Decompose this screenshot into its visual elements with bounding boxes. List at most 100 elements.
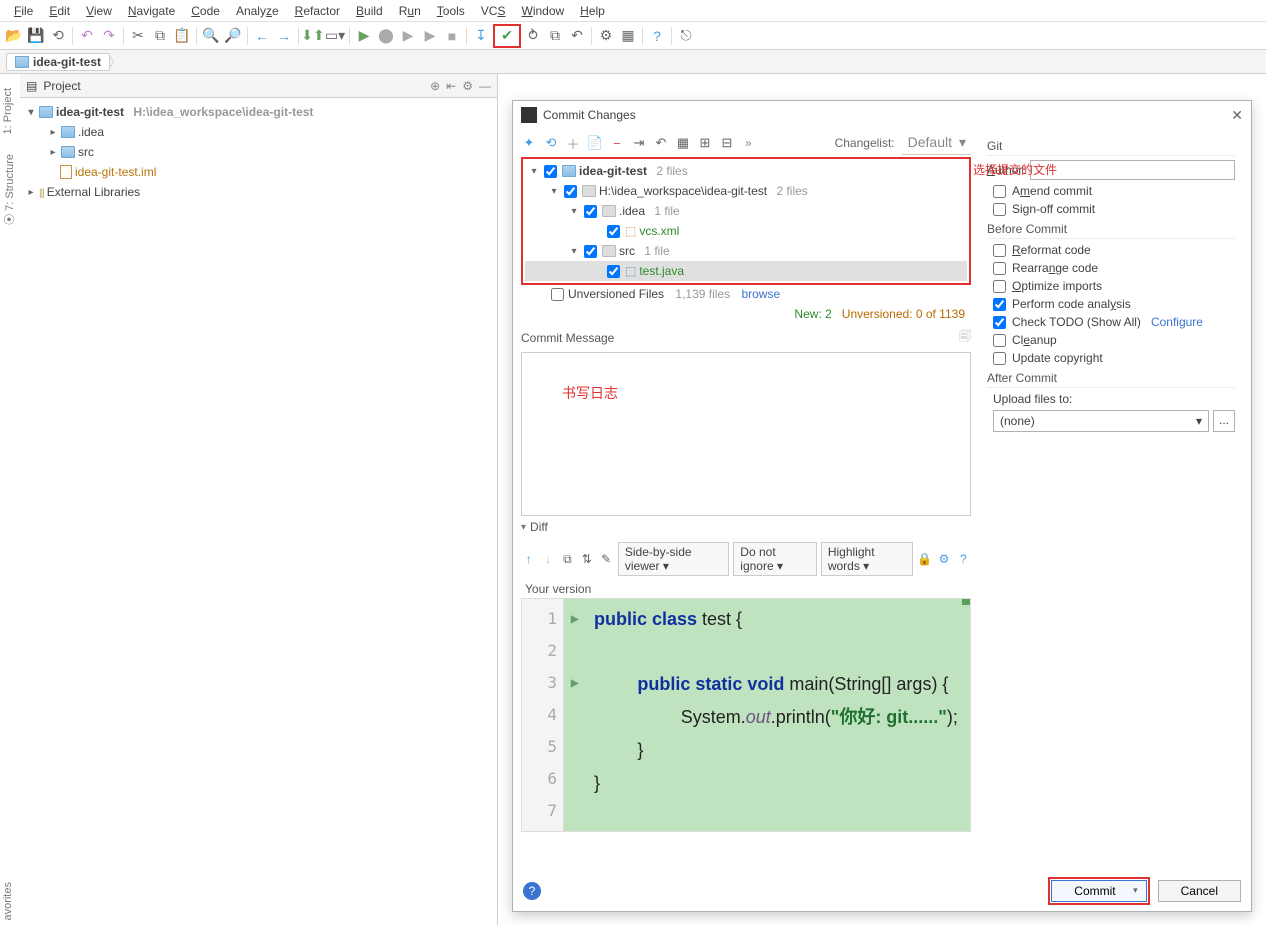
collapse-icon[interactable]: ⇤ [446, 79, 456, 93]
edit-icon[interactable]: ✎ [599, 552, 614, 566]
menu-vcs[interactable]: VCS [473, 2, 514, 20]
ct-src[interactable]: ▾ src 1 file [525, 241, 967, 261]
refresh-icon[interactable]: ⟲ [543, 135, 559, 151]
upload-dropdown[interactable]: (none)▾ [993, 410, 1209, 432]
ct-idea[interactable]: ▾ .idea 1 file [525, 201, 967, 221]
expand-icon[interactable]: ⊞ [697, 135, 713, 151]
target-icon[interactable]: ⊕ [430, 79, 440, 93]
unversioned-row[interactable]: Unversioned Files 1,139 files browse [521, 285, 971, 305]
group-icon[interactable]: ▦ [675, 135, 691, 151]
menu-run[interactable]: Run [391, 2, 429, 20]
tree-idea[interactable]: ▸ .idea [20, 122, 497, 142]
prev-diff-icon[interactable]: ↑ [521, 552, 536, 566]
tab-project[interactable]: 1: Project [0, 82, 20, 140]
tree-ext-lib[interactable]: ▸ External Libraries [20, 182, 497, 202]
menu-view[interactable]: View [78, 2, 120, 20]
profile-icon[interactable]: ▶ [420, 26, 440, 46]
menu-window[interactable]: Window [513, 2, 572, 20]
checkbox[interactable] [607, 265, 620, 278]
compare-icon[interactable]: ⧉ [560, 552, 575, 567]
vcs-commit-icon[interactable]: ✔ [497, 26, 517, 46]
config-dd-icon[interactable]: ▭▾ [325, 26, 345, 46]
save-icon[interactable]: 💾 [26, 26, 46, 46]
checkbox[interactable] [607, 225, 620, 238]
replace-icon[interactable]: 🔎 [223, 26, 243, 46]
open-icon[interactable]: 📂 [4, 26, 24, 46]
tree-root[interactable]: ▾ idea-git-test H:\idea_workspace\idea-g… [20, 102, 497, 122]
chevron-down-icon[interactable]: ▾ [549, 186, 559, 197]
upload-more-button[interactable]: ... [1213, 410, 1235, 432]
help-icon[interactable]: ? [523, 882, 541, 900]
paste-icon[interactable]: 📋 [172, 26, 192, 46]
scrollbar[interactable] [958, 599, 970, 831]
help-icon[interactable]: ? [956, 552, 971, 566]
checkbox[interactable] [584, 205, 597, 218]
diff-header[interactable]: ▾ Diff [521, 516, 971, 538]
checkbox[interactable] [584, 245, 597, 258]
breadcrumb-project[interactable]: idea-git-test [6, 53, 110, 71]
reformat-checkbox[interactable] [993, 244, 1006, 257]
tab-favorites[interactable]: avorites [0, 878, 16, 925]
checkbox[interactable] [551, 288, 564, 301]
coverage-icon[interactable]: ▶ [398, 26, 418, 46]
ct-vcs-xml[interactable]: ⬚ vcs.xml [525, 221, 967, 241]
checkbox[interactable] [564, 185, 577, 198]
find-icon[interactable]: 🔍 [201, 26, 221, 46]
vcs-revert-icon[interactable]: ↶ [567, 26, 587, 46]
chevron-right-icon[interactable]: ▸ [48, 127, 58, 138]
menu-file[interactable]: File [6, 2, 41, 20]
show-diff-icon[interactable]: ✦ [521, 135, 537, 151]
menu-help[interactable]: Help [572, 2, 613, 20]
back-icon[interactable]: ← [252, 26, 272, 46]
add-icon[interactable]: ＋ [565, 135, 581, 151]
move-icon[interactable]: ⇥ [631, 135, 647, 151]
lock-icon[interactable]: 🔒 [917, 552, 932, 566]
collapse-all-icon[interactable]: ⊟ [719, 135, 735, 151]
chevron-down-icon[interactable]: ▾ [569, 246, 579, 257]
copyright-checkbox[interactable] [993, 352, 1006, 365]
cancel-button[interactable]: Cancel [1158, 880, 1241, 902]
revert-icon[interactable]: ↶ [653, 135, 669, 151]
commit-message-input[interactable]: 书写日志 [521, 352, 971, 516]
menu-edit[interactable]: Edit [41, 2, 78, 20]
vcs-diff-icon[interactable]: ⧉ [545, 26, 565, 46]
chevron-down-icon[interactable]: ▾ [569, 206, 579, 217]
settings-icon[interactable]: ⚙ [596, 26, 616, 46]
gear-icon[interactable]: ⚙ [462, 79, 473, 93]
checkbox[interactable] [544, 165, 557, 178]
highlight-dropdown[interactable]: Highlight words ▾ [821, 542, 913, 576]
cleanup-checkbox[interactable] [993, 334, 1006, 347]
chevron-right-icon[interactable]: ▸ [48, 147, 58, 158]
menu-tools[interactable]: Tools [429, 2, 473, 20]
forward-icon[interactable]: → [274, 26, 294, 46]
rearrange-checkbox[interactable] [993, 262, 1006, 275]
tree-src[interactable]: ▸ src [20, 142, 497, 162]
menu-build[interactable]: Build [348, 2, 391, 20]
ct-workspace[interactable]: ▾ H:\idea_workspace\idea-git-test 2 file… [525, 181, 967, 201]
refresh-icon[interactable]: ⟲ [48, 26, 68, 46]
todo-checkbox[interactable] [993, 316, 1006, 329]
vcs-history-icon[interactable]: ⥁ [523, 26, 543, 46]
chevron-right-icon[interactable]: ▸ [26, 187, 36, 198]
changelist-dropdown[interactable]: Default ▾ [901, 131, 971, 155]
next-diff-icon[interactable]: ↓ [540, 552, 555, 566]
author-input[interactable] [1030, 160, 1235, 180]
ct-test-java[interactable]: ⬚ test.java [525, 261, 967, 281]
close-icon[interactable]: ✕ [1231, 107, 1243, 124]
help-icon[interactable]: ? [647, 26, 667, 46]
tab-structure[interactable]: ⦿ 7: Structure [0, 148, 20, 231]
menu-navigate[interactable]: Navigate [120, 2, 183, 20]
structure-icon[interactable]: ▦ [618, 26, 638, 46]
analysis-checkbox[interactable] [993, 298, 1006, 311]
ignore-dropdown[interactable]: Do not ignore ▾ [733, 542, 817, 576]
copy-icon[interactable]: ⧉ [150, 26, 170, 46]
chevron-down-icon[interactable]: ▾ [26, 107, 36, 118]
redo-icon[interactable]: ↷ [99, 26, 119, 46]
vcs-update-icon[interactable]: ↧ [471, 26, 491, 46]
debug-icon[interactable]: ⬤ [376, 26, 396, 46]
menu-refactor[interactable]: Refactor [287, 2, 348, 20]
signoff-checkbox[interactable] [993, 203, 1006, 216]
cut-icon[interactable]: ✂ [128, 26, 148, 46]
undo-icon[interactable]: ↶ [77, 26, 97, 46]
exit-icon[interactable]: ⎋ [676, 26, 696, 46]
